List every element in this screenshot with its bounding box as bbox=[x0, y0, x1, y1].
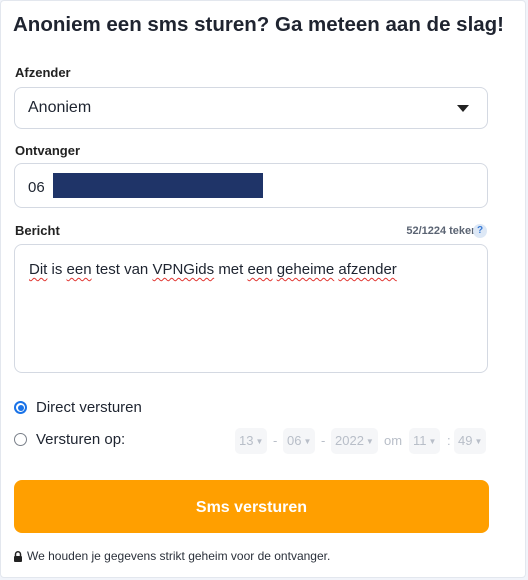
month-value: 06 bbox=[287, 433, 302, 448]
privacy-note: We houden je gegevens strikt geheim voor… bbox=[13, 549, 330, 563]
minute-select[interactable]: 49 ▼ bbox=[454, 428, 487, 454]
message-word: Dit bbox=[29, 261, 48, 278]
message-word: met bbox=[218, 261, 244, 278]
redacted-phone-number bbox=[53, 173, 263, 198]
time-separator: : bbox=[447, 433, 451, 448]
day-value: 13 bbox=[239, 433, 254, 448]
page-title: Anoniem een sms sturen? Ga meteen aan de… bbox=[13, 13, 505, 36]
message-word: een bbox=[247, 261, 273, 278]
message-word: is bbox=[51, 261, 63, 278]
chevron-down-icon: ▼ bbox=[303, 437, 312, 446]
year-value: 2022 bbox=[335, 433, 364, 448]
day-select[interactable]: 13 ▼ bbox=[235, 428, 268, 454]
year-select[interactable]: 2022 ▼ bbox=[331, 428, 378, 454]
direct-send-label[interactable]: Direct versturen bbox=[36, 399, 142, 416]
month-select[interactable]: 06 ▼ bbox=[283, 428, 316, 454]
caret-down-icon bbox=[457, 105, 469, 112]
message-word: geheime bbox=[276, 261, 335, 278]
direct-send-radio[interactable] bbox=[14, 401, 27, 414]
hour-value: 11 bbox=[413, 433, 427, 448]
privacy-note-text: We houden je gegevens strikt geheim voor… bbox=[27, 549, 331, 563]
scheduled-send-label[interactable]: Versturen op: bbox=[36, 431, 125, 448]
sender-selected-value: Anoniem bbox=[28, 99, 92, 116]
lock-icon bbox=[14, 551, 22, 562]
message-text: Dit is een test van VPNGids met een gehe… bbox=[29, 261, 397, 278]
message-label: Bericht bbox=[15, 223, 60, 238]
recipient-phone-input[interactable]: 06 bbox=[14, 163, 488, 208]
message-word: test bbox=[95, 261, 120, 278]
sender-select[interactable]: Anoniem bbox=[14, 87, 488, 129]
message-word: een bbox=[66, 261, 92, 278]
hour-select[interactable]: 11 ▼ bbox=[409, 428, 441, 454]
sms-form-card: Anoniem een sms sturen? Ga meteen aan de… bbox=[0, 0, 526, 578]
time-at-label: om bbox=[384, 433, 403, 448]
chevron-down-icon: ▼ bbox=[255, 437, 264, 446]
chevron-down-icon: ▼ bbox=[474, 437, 483, 446]
message-word: VPNGids bbox=[152, 261, 215, 278]
date-separator: - bbox=[273, 433, 278, 448]
message-textarea[interactable]: Dit is een test van VPNGids met een gehe… bbox=[14, 244, 488, 373]
send-sms-button[interactable]: Sms versturen bbox=[14, 480, 489, 533]
chevron-down-icon: ▼ bbox=[365, 437, 374, 446]
sender-label: Afzender bbox=[15, 65, 71, 80]
chevron-down-icon: ▼ bbox=[428, 437, 437, 446]
scheduled-send-radio[interactable] bbox=[14, 433, 27, 446]
message-word: afzender bbox=[338, 261, 397, 278]
message-word: van bbox=[124, 261, 149, 278]
date-separator: - bbox=[321, 433, 326, 448]
phone-prefix: 06 bbox=[28, 179, 45, 196]
question-icon[interactable]: ? bbox=[473, 224, 487, 238]
recipient-label: Ontvanger bbox=[15, 143, 81, 158]
minute-value: 49 bbox=[458, 433, 473, 448]
